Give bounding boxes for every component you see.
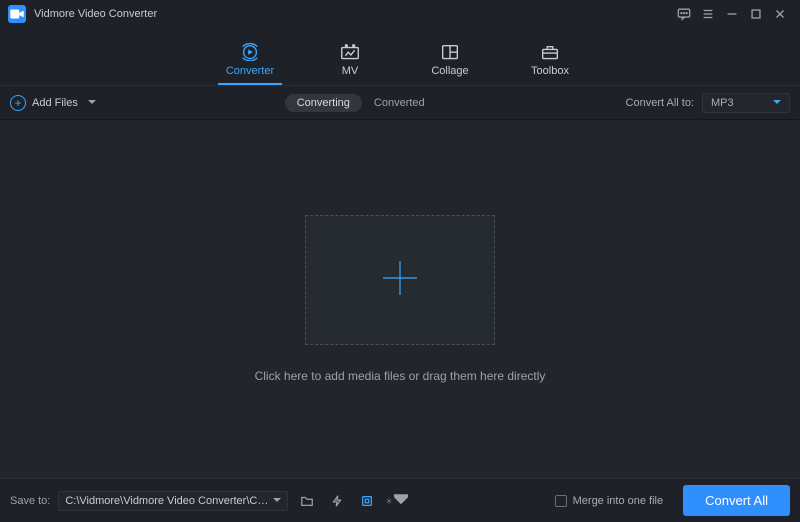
top-nav: Converter MV Collage Toolbox <box>0 28 800 86</box>
tab-label: MV <box>342 65 359 77</box>
seg-converted[interactable]: Converted <box>362 94 437 112</box>
close-icon[interactable] <box>768 2 792 26</box>
dropzone-hint: Click here to add media files or drag th… <box>255 369 546 383</box>
tab-mv[interactable]: MV <box>324 43 376 85</box>
save-path-select[interactable]: C:\Vidmore\Vidmore Video Converter\Conve… <box>58 491 288 511</box>
merge-label: Merge into one file <box>573 495 664 507</box>
collage-icon <box>439 43 461 61</box>
seg-converting[interactable]: Converting <box>285 94 362 112</box>
app-title: Vidmore Video Converter <box>34 8 157 20</box>
tab-collage[interactable]: Collage <box>424 43 476 85</box>
add-files-button[interactable]: + Add Files <box>10 95 96 111</box>
minimize-icon[interactable] <box>720 2 744 26</box>
high-speed-toggle[interactable] <box>326 490 348 512</box>
checkbox-icon <box>555 495 567 507</box>
convert-all-button[interactable]: Convert All <box>683 485 790 516</box>
open-folder-button[interactable] <box>296 490 318 512</box>
hardware-accel-toggle[interactable] <box>356 490 378 512</box>
output-format-select[interactable]: MP3 <box>702 93 790 113</box>
convert-all-to-label: Convert All to: <box>626 97 694 109</box>
mv-icon <box>339 43 361 61</box>
chevron-down-icon <box>394 492 408 509</box>
merge-checkbox[interactable]: Merge into one file <box>555 495 664 507</box>
chevron-down-icon <box>773 97 781 109</box>
toolbox-icon <box>539 43 561 61</box>
caret-down-icon <box>88 97 96 109</box>
tab-label: Collage <box>431 65 468 77</box>
app-logo-icon <box>8 5 26 23</box>
tab-label: Toolbox <box>531 65 569 77</box>
settings-button[interactable] <box>386 490 408 512</box>
feedback-icon[interactable] <box>672 2 696 26</box>
add-media-dropzone[interactable] <box>305 215 495 345</box>
app-window: Vidmore Video Converter Converter <box>0 0 800 522</box>
plus-circle-icon: + <box>10 95 26 111</box>
tab-toolbox[interactable]: Toolbox <box>524 43 576 85</box>
add-files-label: Add Files <box>32 97 78 109</box>
save-to-label: Save to: <box>10 495 50 507</box>
chevron-down-icon <box>273 495 281 507</box>
toolbar: + Add Files Converting Converted Convert… <box>0 86 800 120</box>
converter-icon <box>239 43 261 61</box>
mode-segment: Converting Converted <box>285 94 437 112</box>
titlebar: Vidmore Video Converter <box>0 0 800 28</box>
convert-all-to-row: Convert All to: MP3 <box>626 93 790 113</box>
plus-icon <box>377 255 423 306</box>
menu-icon[interactable] <box>696 2 720 26</box>
maximize-icon[interactable] <box>744 2 768 26</box>
main-area: Click here to add media files or drag th… <box>0 120 800 478</box>
tab-converter[interactable]: Converter <box>224 43 276 85</box>
format-selected-value: MP3 <box>711 97 734 109</box>
bottom-bar: Save to: C:\Vidmore\Vidmore Video Conver… <box>0 478 800 522</box>
save-path-value: C:\Vidmore\Vidmore Video Converter\Conve… <box>65 495 273 507</box>
tab-label: Converter <box>226 65 274 77</box>
